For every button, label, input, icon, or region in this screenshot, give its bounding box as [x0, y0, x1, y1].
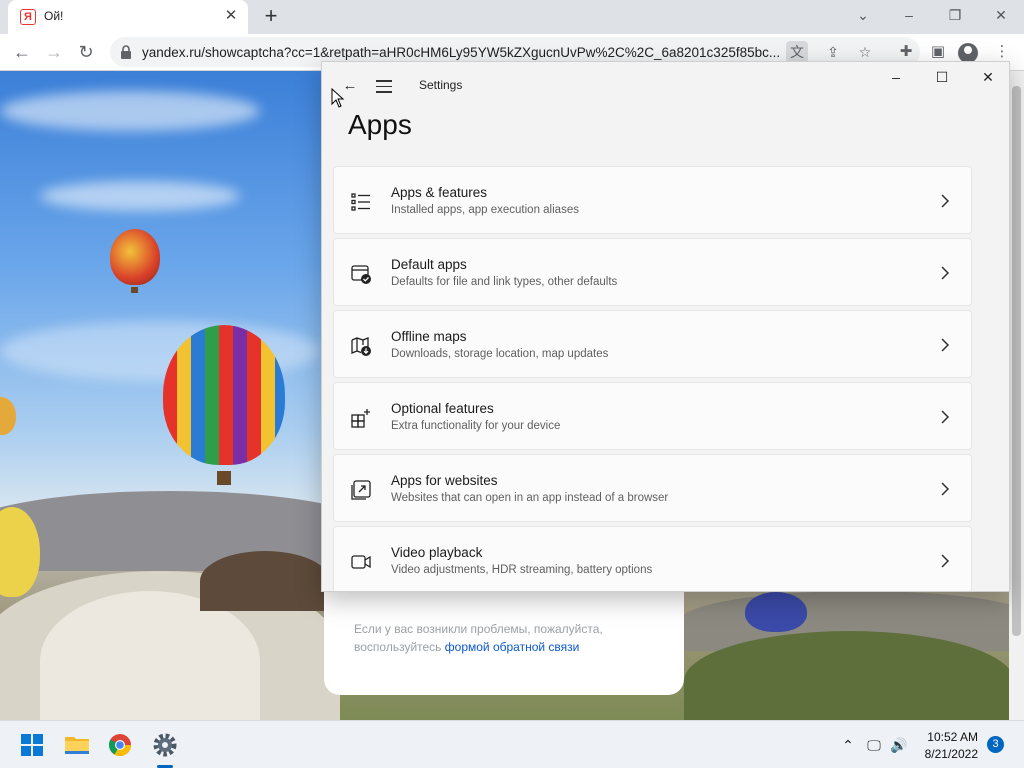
- url-text[interactable]: yandex.ru/showcaptcha?cc=1&retpath=aHR0c…: [142, 45, 782, 60]
- star-icon[interactable]: ☆: [854, 41, 876, 63]
- notification-badge[interactable]: 3: [987, 736, 1004, 753]
- yandex-favicon-icon: Я: [20, 9, 36, 25]
- new-tab-button[interactable]: +: [258, 4, 284, 30]
- settings-item-apps-features[interactable]: Apps & features Installed apps, app exec…: [333, 166, 972, 234]
- settings-item-offline-maps[interactable]: Offline maps Downloads, storage location…: [333, 310, 972, 378]
- profile-icon[interactable]: [958, 43, 978, 63]
- hot-air-balloon: [745, 592, 807, 632]
- settings-item-title: Optional features: [391, 401, 494, 416]
- settings-item-subtitle: Extra functionality for your device: [391, 420, 561, 432]
- settings-item-optional-features[interactable]: Optional features Extra functionality fo…: [333, 382, 972, 450]
- open-in-app-icon: [351, 480, 371, 500]
- clock-time[interactable]: 10:52 AM: [922, 730, 978, 744]
- settings-minimize-button[interactable]: –: [873, 62, 919, 92]
- apps-list-icon: [351, 193, 370, 211]
- hot-air-balloon: [110, 229, 160, 285]
- chevron-right-icon: [941, 410, 950, 424]
- forward-arrow-icon[interactable]: →: [40, 38, 68, 66]
- browser-minimize-button[interactable]: –: [886, 0, 932, 30]
- settings-item-title: Apps & features: [391, 185, 488, 200]
- map-icon: [351, 337, 371, 356]
- tab-close-icon[interactable]: ✕: [222, 7, 240, 25]
- browser-restore-button[interactable]: ❐: [932, 0, 978, 30]
- settings-item-subtitle: Websites that can open in an app instead…: [391, 492, 669, 504]
- chevron-right-icon: [941, 266, 950, 280]
- hamburger-menu-icon[interactable]: [374, 76, 394, 96]
- settings-apps-list: Apps & features Installed apps, app exec…: [333, 166, 972, 591]
- page-title: Apps: [348, 109, 412, 140]
- settings-item-subtitle: Installed apps, app execution aliases: [391, 204, 579, 216]
- chevron-right-icon: [941, 338, 950, 352]
- hot-air-balloon: [0, 397, 16, 435]
- settings-gear-icon[interactable]: [147, 727, 183, 763]
- settings-item-subtitle: Downloads, storage location, map updates: [391, 348, 609, 360]
- back-arrow-icon[interactable]: ←: [8, 38, 36, 66]
- settings-item-subtitle: Defaults for file and link types, other …: [391, 276, 618, 288]
- balloon-basket: [217, 471, 231, 485]
- settings-close-button[interactable]: ✕: [965, 62, 1009, 92]
- reload-icon[interactable]: ↻: [72, 38, 100, 66]
- optional-features-icon: [351, 409, 370, 428]
- settings-item-title: Apps for websites: [391, 473, 498, 488]
- rock-outcrop: [200, 551, 330, 611]
- windows-start-icon[interactable]: [14, 727, 50, 763]
- cloud: [0, 91, 260, 131]
- chevron-right-icon: [941, 482, 950, 496]
- settings-item-apps-for-websites[interactable]: Apps for websites Websites that can open…: [333, 454, 972, 522]
- translate-icon[interactable]: 文: [786, 41, 808, 63]
- captcha-help-text: Если у вас возникли проблемы, пожалуйста…: [354, 620, 654, 656]
- video-camera-icon: [351, 555, 371, 569]
- settings-item-title: Default apps: [391, 257, 467, 272]
- chevron-right-icon: [941, 194, 950, 208]
- cloud: [40, 181, 240, 211]
- mouse-cursor-icon: [331, 88, 345, 108]
- chrome-icon[interactable]: [102, 727, 138, 763]
- tab-search-chevron-icon[interactable]: ⌄: [840, 0, 886, 30]
- valley-trees: [684, 631, 1009, 720]
- chevron-up-icon[interactable]: ⌃: [838, 735, 858, 755]
- page-scrollbar-thumb[interactable]: [1012, 86, 1021, 636]
- file-explorer-icon[interactable]: [59, 727, 95, 763]
- settings-window: ← Settings – ☐ ✕ Apps Apps & features In…: [321, 61, 1010, 592]
- settings-item-title: Offline maps: [391, 329, 467, 344]
- browser-close-button[interactable]: ✕: [978, 0, 1024, 30]
- settings-item-default-apps[interactable]: Default apps Defaults for file and link …: [333, 238, 972, 306]
- hot-air-balloon: [163, 325, 285, 465]
- lock-icon[interactable]: [120, 45, 132, 59]
- share-icon[interactable]: ⇪: [822, 41, 844, 63]
- feedback-form-link[interactable]: формой обратной связи: [445, 640, 580, 654]
- settings-item-title: Video playback: [391, 545, 483, 560]
- balloon-basket: [131, 287, 138, 293]
- settings-item-subtitle: Video adjustments, HDR streaming, batter…: [391, 564, 653, 576]
- settings-app-title: Settings: [419, 78, 463, 92]
- volume-icon[interactable]: 🔊: [889, 735, 909, 755]
- chevron-right-icon: [941, 554, 950, 568]
- browser-tabstrip: Я Ой! ✕ + ⌄ – ❐ ✕: [0, 0, 1024, 34]
- clock-date[interactable]: 8/21/2022: [914, 747, 978, 761]
- settings-item-video-playback[interactable]: Video playback Video adjustments, HDR st…: [333, 526, 972, 591]
- tab-title: Ой!: [44, 9, 64, 23]
- settings-maximize-button[interactable]: ☐: [919, 62, 965, 92]
- default-apps-icon: [351, 265, 371, 284]
- windows-taskbar: ⌃ 🖵 🔊 10:52 AM 8/21/2022: [0, 720, 1024, 768]
- browser-tab-active[interactable]: Я Ой! ✕: [8, 0, 248, 34]
- network-icon[interactable]: 🖵: [864, 735, 884, 755]
